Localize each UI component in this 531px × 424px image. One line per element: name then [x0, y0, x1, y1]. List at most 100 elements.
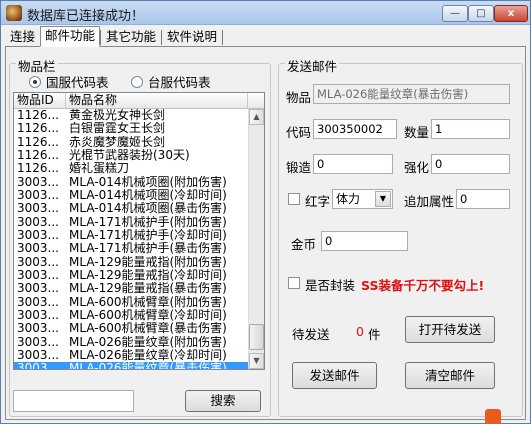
list-item[interactable]: 3003... MLA-026能量纹章(暴击伤害): [14, 362, 249, 370]
list-item[interactable]: 3003... MLA-600机械臂章(暴击伤害): [14, 322, 249, 335]
list-item-name: MLA-014机械项圈(暴击伤害): [69, 202, 227, 216]
list-item-id: 3003...: [17, 268, 59, 282]
warning-text: SS装备千万不要勾上!: [361, 278, 485, 293]
item-label: 物品: [286, 90, 312, 105]
red-text-checkbox[interactable]: [288, 193, 300, 205]
main-window: 数据库已连接成功！ — □ x 连接 邮件功能 其它功能 软件说明 物品栏 国服…: [0, 0, 531, 424]
gold-label: 金币: [291, 237, 317, 252]
close-button[interactable]: x: [494, 5, 528, 22]
list-item-id: 1126...: [17, 135, 59, 149]
list-item[interactable]: 3003... MLA-129能量戒指(附加伤害): [14, 256, 249, 269]
list-item[interactable]: 3003... MLA-026能量纹章(附加伤害): [14, 336, 249, 349]
list-item[interactable]: 3003... MLA-014机械项圈(附加伤害): [14, 176, 249, 189]
send-mail-button[interactable]: 发送邮件: [292, 362, 377, 389]
list-item-id: 3003...: [17, 295, 59, 309]
list-item-name: MLA-171机械护手(暴击伤害): [69, 242, 227, 256]
scroll-thumb[interactable]: [249, 324, 264, 350]
list-item[interactable]: 1126... 黄金极光女神长剑: [14, 109, 249, 122]
tab-mail[interactable]: 邮件功能: [40, 26, 101, 47]
list-item-id: 3003...: [17, 362, 59, 370]
search-button[interactable]: 搜索: [185, 390, 261, 412]
list-item[interactable]: 1126... 赤炎魔梦魔姬长剑: [14, 136, 249, 149]
extra-attr-field[interactable]: 0: [456, 189, 510, 209]
corner-logo-icon: [485, 409, 501, 424]
forge-field[interactable]: 0: [313, 154, 393, 174]
list-item-id: 3003...: [17, 175, 59, 189]
listview-rows: 1126... 黄金极光女神长剑 1126... 白银雷霆女王长剑 1126... 赤炎魔…: [14, 109, 249, 370]
list-item[interactable]: 1126... 光棍节武器装扮(30天): [14, 149, 249, 162]
chevron-down-icon[interactable]: ▼: [375, 191, 391, 207]
list-item[interactable]: 1126... 婚礼蛋糕刀: [14, 162, 249, 175]
red-text-select-value: 体力: [336, 192, 361, 206]
tab-separator: [222, 30, 224, 45]
tab-connect[interactable]: 连接: [5, 27, 40, 46]
radio-tw-code[interactable]: 台服代码表: [131, 72, 211, 91]
list-item-id: 3003...: [17, 202, 59, 216]
column-header-id[interactable]: 物品ID: [14, 93, 66, 109]
radio-selected-icon: [29, 75, 41, 88]
quantity-label: 数量: [404, 125, 430, 140]
list-item-name: MLA-600机械臂章(暴击伤害): [69, 322, 227, 336]
gold-field[interactable]: 0: [321, 231, 408, 251]
list-item-id: 3003...: [17, 322, 59, 336]
code-field[interactable]: 300350002: [313, 119, 397, 139]
tab-other[interactable]: 其它功能: [101, 27, 161, 46]
list-item[interactable]: 3003... MLA-129能量戒指(暴击伤害): [14, 282, 249, 295]
sealed-checkbox[interactable]: [288, 277, 300, 289]
forge-label: 锻造: [286, 160, 312, 175]
list-item-name: MLA-600机械臂章(冷却时间): [69, 308, 227, 322]
minimize-button[interactable]: —: [442, 5, 468, 22]
list-item[interactable]: 3003... MLA-600机械臂章(附加伤害): [14, 296, 249, 309]
list-item[interactable]: 3003... MLA-129能量戒指(冷却时间): [14, 269, 249, 282]
list-item-id: 1126...: [17, 122, 59, 136]
list-item-name: 光棍节武器装扮(30天): [69, 148, 190, 162]
pending-unit: 件: [368, 327, 381, 342]
list-item-id: 3003...: [17, 242, 59, 256]
listview-scrollbar[interactable]: ▲ ▼: [248, 109, 264, 369]
list-item-id: 1126...: [17, 109, 59, 122]
sealed-label: 是否封装: [305, 278, 356, 293]
list-item[interactable]: 3003... MLA-171机械护手(冷却时间): [14, 229, 249, 242]
items-listview[interactable]: 物品ID 物品名称 1126... 黄金极光女神长剑 1126... 白银雷霆女王长剑…: [13, 92, 265, 370]
list-item[interactable]: 3003... MLA-600机械臂章(冷却时间): [14, 309, 249, 322]
list-item-id: 1126...: [17, 148, 59, 162]
list-item-id: 3003...: [17, 308, 59, 322]
red-text-label: 红字: [305, 194, 331, 209]
red-text-select[interactable]: 体力 ▼: [332, 189, 393, 209]
scroll-up-arrow-icon[interactable]: ▲: [249, 109, 264, 125]
pending-label: 待发送: [292, 327, 330, 342]
list-item[interactable]: 3003... MLA-171机械护手(暴击伤害): [14, 242, 249, 255]
pending-count: 0: [356, 324, 364, 339]
list-item-name: MLA-014机械项圈(附加伤害): [69, 175, 227, 189]
list-item-id: 3003...: [17, 335, 59, 349]
enhance-label: 强化: [404, 160, 430, 175]
list-item[interactable]: 1126... 白银雷霆女王长剑: [14, 122, 249, 135]
enhance-field[interactable]: 0: [431, 154, 510, 174]
scroll-down-arrow-icon[interactable]: ▼: [249, 353, 264, 369]
list-item-name: MLA-026能量纹章(暴击伤害): [69, 362, 227, 370]
clear-mail-button[interactable]: 清空邮件: [405, 362, 495, 389]
list-item-name: 婚礼蛋糕刀: [69, 162, 130, 176]
title-bar[interactable]: 数据库已连接成功！ — □ x: [1, 1, 530, 25]
list-item-id: 3003...: [17, 255, 59, 269]
list-item[interactable]: 3003... MLA-026能量纹章(冷却时间): [14, 349, 249, 362]
list-item-name: MLA-171机械护手(冷却时间): [69, 228, 227, 242]
list-item-id: 3003...: [17, 348, 59, 362]
list-item-name: MLA-129能量戒指(冷却时间): [69, 268, 227, 282]
radio-server-code[interactable]: 国服代码表: [29, 72, 109, 91]
extra-attr-label: 追加属性: [404, 194, 455, 209]
list-item-id: 3003...: [17, 228, 59, 242]
list-item[interactable]: 3003... MLA-014机械项圈(暴击伤害): [14, 202, 249, 215]
radio-tw-label: 台服代码表: [148, 75, 211, 90]
tab-help[interactable]: 软件说明: [162, 27, 222, 46]
item-name-field[interactable]: MLA-026能量纹章(暴击伤害): [313, 84, 510, 104]
search-input[interactable]: [13, 390, 134, 412]
radio-unselected-icon: [131, 75, 143, 88]
list-item[interactable]: 3003... MLA-014机械项圈(冷却时间): [14, 189, 249, 202]
quantity-field[interactable]: 1: [431, 119, 510, 139]
list-item[interactable]: 3003... MLA-171机械护手(附加伤害): [14, 216, 249, 229]
column-header-name[interactable]: 物品名称: [66, 93, 248, 109]
tab-bar: 连接 邮件功能 其它功能 软件说明: [5, 26, 224, 47]
open-pending-button[interactable]: 打开待发送: [405, 316, 495, 343]
maximize-button[interactable]: □: [468, 5, 494, 22]
